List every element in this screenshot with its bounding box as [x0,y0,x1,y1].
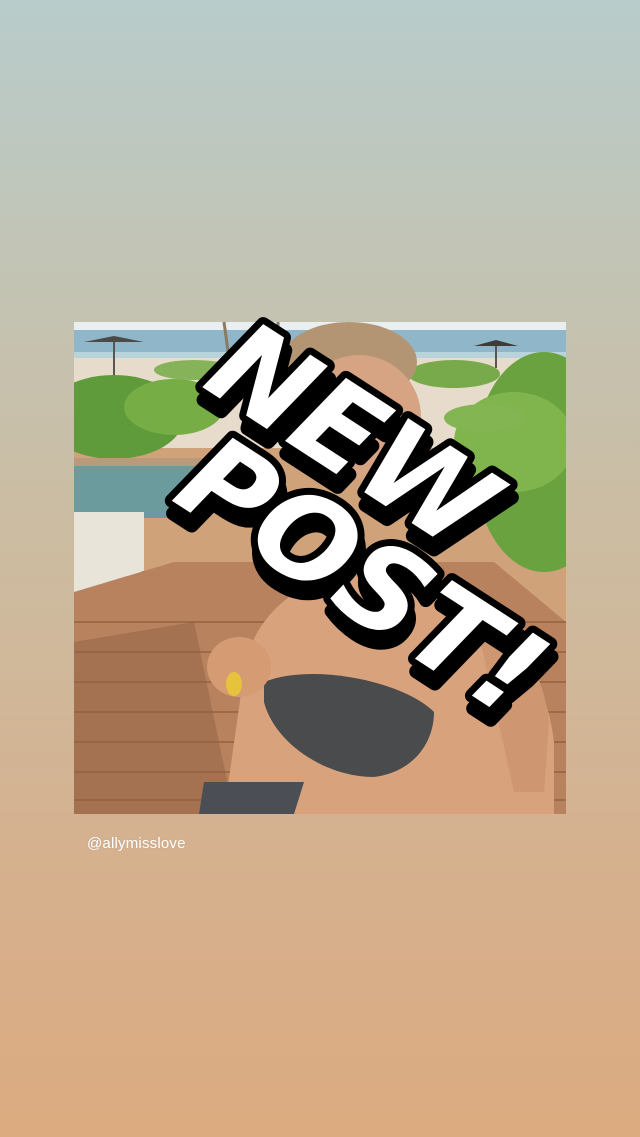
story-background: @allymisslove NEW NEW NEW POST! POST! PO… [0,0,640,1137]
post-preview-image[interactable] [74,322,566,814]
mention-tag[interactable]: @allymisslove [87,835,186,852]
beach-selfie-photo [74,322,566,814]
